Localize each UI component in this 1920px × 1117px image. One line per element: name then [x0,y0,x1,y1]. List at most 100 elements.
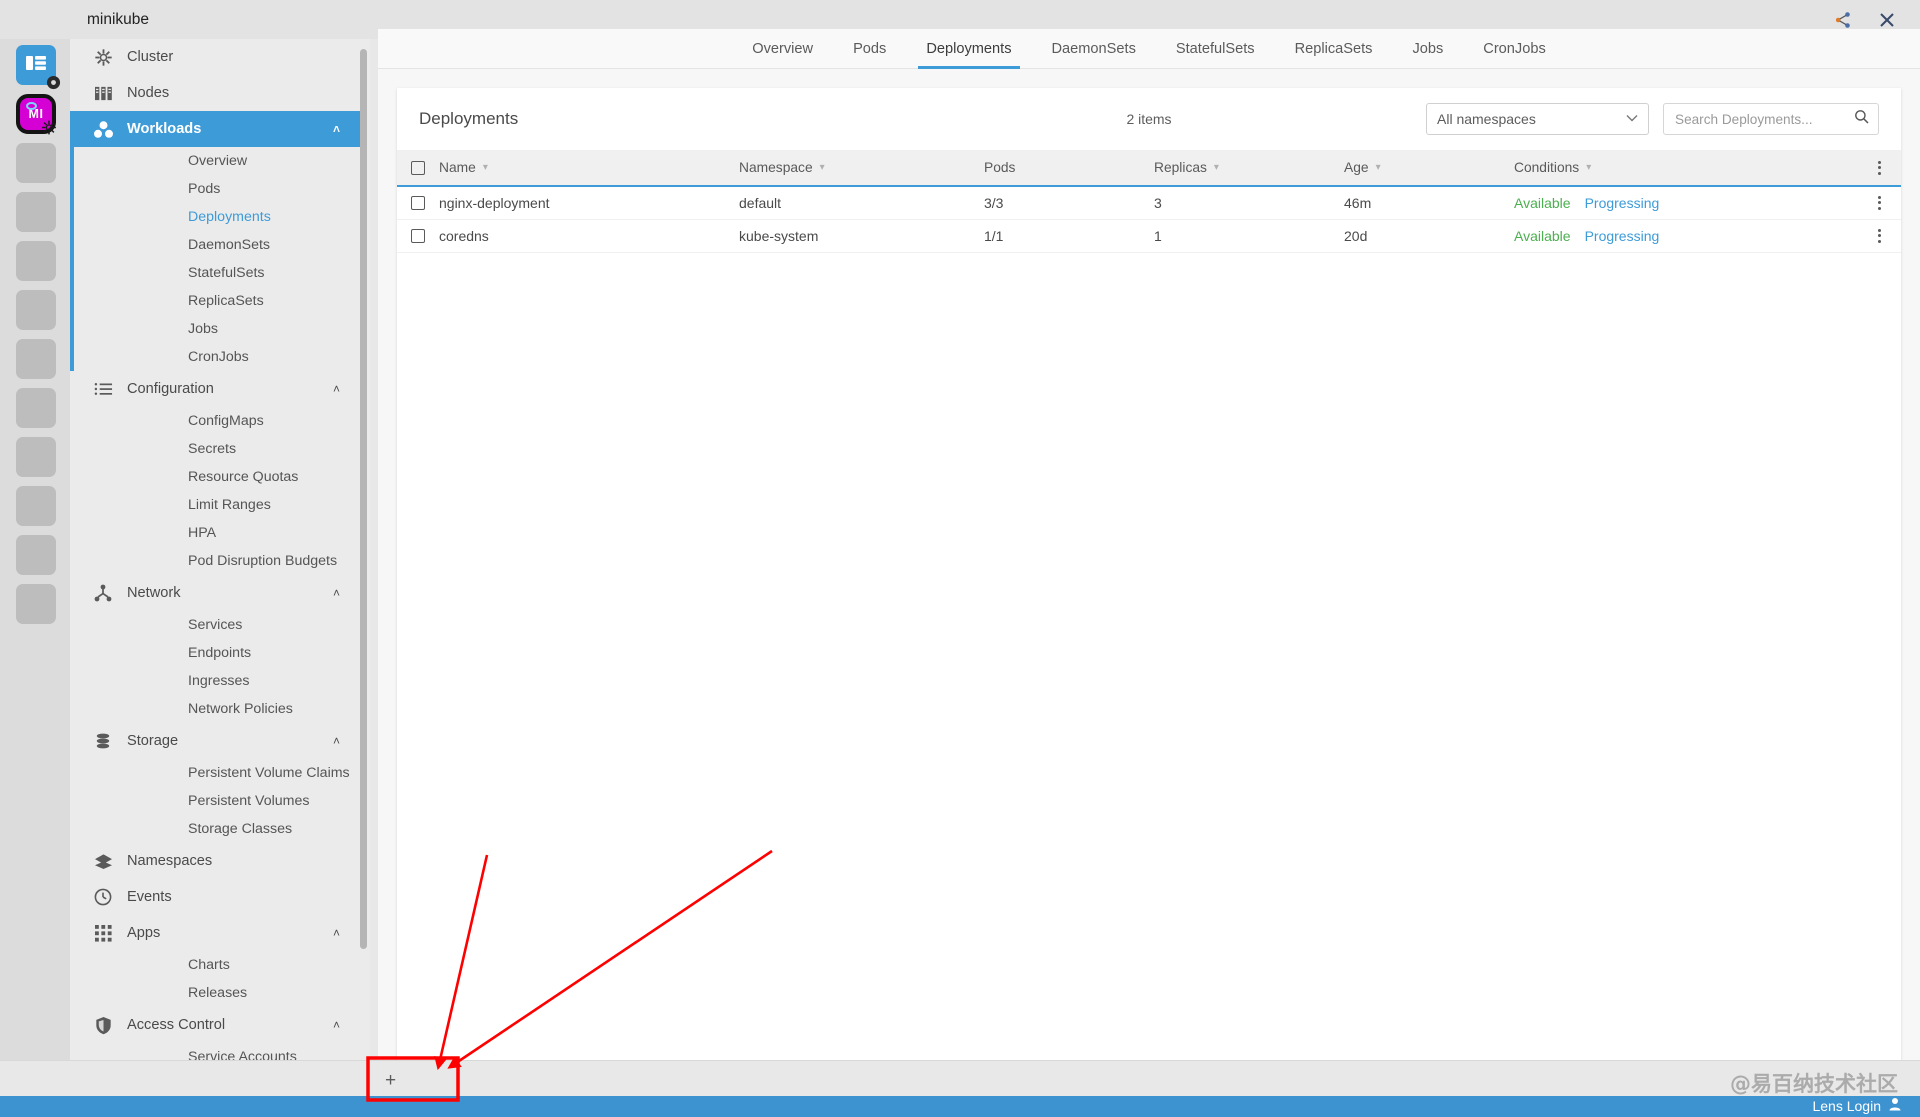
chevron-up-icon: ˄ [332,734,340,748]
table-header-row: Name ▾ Namespace ▾ Pods Replicas ▾ Age ▾ Con… [397,150,1901,187]
lens-login-status[interactable]: Lens Login [1812,1097,1902,1114]
sidebar-item-label: HPA [188,525,217,541]
namespaces-icon [90,850,116,872]
sidebar-scrollbar[interactable] [360,49,367,949]
sidebar-item-persistent-volumes[interactable]: Persistent Volumes [70,787,362,815]
sidebar-group-cluster[interactable]: Cluster [70,39,362,75]
close-icon[interactable] [1876,9,1898,31]
column-header-name[interactable]: Name ▾ [439,150,739,187]
rail-item-placeholder-4[interactable] [16,290,56,330]
sidebar-item-jobs[interactable]: Jobs [70,315,362,343]
sidebar-group-configuration[interactable]: Configuration ˄ [70,371,362,407]
tab-jobs[interactable]: Jobs [1392,29,1463,69]
sidebar-item-ingresses[interactable]: Ingresses [70,667,362,695]
chevron-down-icon [1626,113,1638,125]
sidebar-item-releases[interactable]: Releases [70,979,362,1007]
tab-bar: Overview Pods Deployments DaemonSets Statefu… [378,29,1920,69]
rail-item-placeholder-6[interactable] [16,388,56,428]
search-input[interactable] [1673,110,1854,128]
sidebar-item-storage-classes[interactable]: Storage Classes [70,815,362,843]
sidebar-item-configmaps[interactable]: ConfigMaps [70,407,362,435]
sidebar-group-events[interactable]: Events [70,879,362,915]
sidebar-group-nodes[interactable]: Nodes [70,75,362,111]
sidebar-item-limit-ranges[interactable]: Limit Ranges [70,491,362,519]
select-all-cell [397,150,439,187]
column-header-replicas[interactable]: Replicas ▾ [1154,150,1344,187]
sidebar-item-label: DaemonSets [188,237,271,253]
sidebar-item-label: Secrets [188,441,237,457]
table-header: Name ▾ Namespace ▾ Pods Replicas ▾ Age ▾ Con… [397,150,1901,187]
rail-item-placeholder-8[interactable] [16,486,56,526]
sidebar-item-secrets[interactable]: Secrets [70,435,362,463]
sidebar-item-services[interactable]: Services [70,611,362,639]
row-checkbox[interactable] [411,228,425,243]
tab-label: Overview [752,40,814,57]
row-checkbox[interactable] [411,195,425,210]
table-row[interactable]: coredns kube-system 1/1 1 20d Available Progre… [397,219,1901,253]
rail-item-placeholder-2[interactable] [16,192,56,232]
search-box[interactable] [1663,103,1879,135]
namespace-select[interactable]: All namespaces [1426,103,1649,135]
sidebar-group-namespaces[interactable]: Namespaces [70,843,362,879]
column-label: Name [439,160,476,175]
sidebar-item-network-policies[interactable]: Network Policies [70,695,362,723]
sidebar-item-persistent-volume-claims[interactable]: Persistent Volume Claims [70,759,362,787]
tab-cronjobs[interactable]: CronJobs [1463,29,1565,69]
sidebar-item-pods[interactable]: Pods [70,175,362,203]
column-header-age[interactable]: Age ▾ [1344,150,1514,187]
sidebar-item-replicasets[interactable]: ReplicaSets [70,287,362,315]
sidebar: Cluster Nodes Workloads ˄ Overview Pods Depl… [70,39,370,1081]
share-icon[interactable] [1832,9,1854,31]
rail-item-placeholder-7[interactable] [16,437,56,477]
chevron-up-icon: ˄ [332,122,340,136]
column-header-menu[interactable] [1857,150,1901,187]
sidebar-item-pod-disruption-budgets[interactable]: Pod Disruption Budgets [70,547,362,575]
sidebar-item-hpa[interactable]: HPA [70,519,362,547]
deployment-age: 20d [1344,227,1368,244]
sidebar-item-overview[interactable]: Overview [70,147,362,175]
status-badge-available: Available [1514,194,1571,211]
sidebar-group-access-control[interactable]: Access Control ˄ [70,1007,362,1043]
sort-caret-icon: ▾ [1375,162,1381,173]
tab-overview[interactable]: Overview [732,29,833,69]
sidebar-item-charts[interactable]: Charts [70,951,362,979]
sidebar-item-daemonsets[interactable]: DaemonSets [70,231,362,259]
rail-item-cluster-list-icon[interactable] [16,45,60,89]
sidebar-item-resource-quotas[interactable]: Resource Quotas [70,463,362,491]
tab-replicasets[interactable]: ReplicaSets [1275,29,1393,69]
sidebar-item-endpoints[interactable]: Endpoints [70,639,362,667]
rail-item-minikube-cluster-avatar[interactable]: MI [16,94,56,134]
search-icon[interactable] [1854,109,1869,129]
tab-pods[interactable]: Pods [833,29,906,69]
sidebar-item-statefulsets[interactable]: StatefulSets [70,259,362,287]
tab-statefulsets[interactable]: StatefulSets [1156,29,1275,69]
column-header-conditions[interactable]: Conditions ▾ [1514,150,1857,187]
status-dot [26,102,37,110]
add-button[interactable]: + [370,1065,450,1096]
rail-item-placeholder-1[interactable] [16,143,56,183]
sidebar-group-apps[interactable]: Apps ˄ [70,915,362,951]
rail-item-placeholder-3[interactable] [16,241,56,281]
table-row[interactable]: nginx-deployment default 3/3 3 46m Available P… [397,186,1901,220]
select-all-checkbox[interactable] [411,160,425,175]
column-header-namespace[interactable]: Namespace ▾ [739,150,984,187]
tab-daemonsets[interactable]: DaemonSets [1032,29,1156,69]
column-header-pods[interactable]: Pods [984,150,1154,187]
column-label: Pods [984,160,1016,175]
rail-item-placeholder-9[interactable] [16,535,56,575]
sidebar-item-deployments[interactable]: Deployments [70,203,362,231]
sidebar-group-network[interactable]: Network ˄ [70,575,362,611]
sidebar-item-label: Persistent Volume Claims [188,765,350,781]
deployments-table: Name ▾ Namespace ▾ Pods Replicas ▾ Age ▾ Con… [397,150,1901,253]
sidebar-group-workloads[interactable]: Workloads ˄ [70,111,362,147]
sidebar-item-cronjobs[interactable]: CronJobs [70,343,362,371]
user-icon [1888,1097,1902,1114]
sidebar-item-label: Releases [188,985,248,1001]
rail-item-placeholder-10[interactable] [16,584,56,624]
sidebar-group-storage[interactable]: Storage ˄ [70,723,362,759]
rail-item-placeholder-5[interactable] [16,339,56,379]
row-kebab-icon[interactable] [1877,228,1881,243]
row-kebab-icon[interactable] [1877,195,1881,210]
table-options-kebab-icon[interactable] [1877,160,1881,175]
tab-deployments[interactable]: Deployments [906,29,1031,69]
